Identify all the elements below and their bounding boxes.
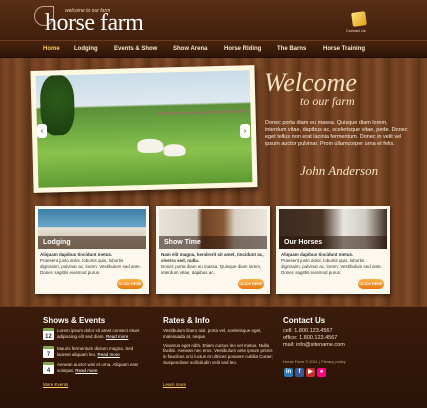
learn-more-link[interactable]: Learn more bbox=[163, 382, 186, 387]
read-more-link[interactable]: Read more bbox=[75, 368, 97, 373]
event-item: 12 Lorem ipsum dolor sit amet consect et… bbox=[43, 328, 143, 344]
nav-home[interactable]: Home bbox=[43, 46, 60, 52]
card-bold-text: Nam elit magna, hendrerit sit amet, tinc… bbox=[161, 252, 264, 263]
card-lodging: Lodging Aliquam dapibus tincidunt metus.… bbox=[35, 206, 149, 294]
event-text: Mauris fermentum dictum magna. Sed laore… bbox=[57, 346, 143, 357]
click-here-button[interactable]: CLICK HERE bbox=[238, 279, 264, 289]
calendar-icon: 4 bbox=[43, 362, 54, 374]
contact-title: Contact Us bbox=[283, 316, 326, 325]
contact-us-link[interactable]: Contact Us bbox=[346, 28, 366, 33]
click-here-button[interactable]: CLICK HERE bbox=[358, 279, 384, 289]
contact-office: office: 1.800.123.4567 bbox=[283, 335, 338, 341]
main-nav: Home Lodging Events & Show Show Arena Ho… bbox=[0, 40, 427, 58]
nav-show-arena[interactable]: Show Arena bbox=[173, 46, 207, 52]
card-title: Lodging bbox=[38, 236, 146, 249]
more-events-link[interactable]: More Events bbox=[43, 382, 68, 387]
rates-paragraph: Vivamus eget nibh. Etiam cursus leo vel … bbox=[163, 342, 273, 365]
welcome-heading: Welcome to our farm bbox=[264, 70, 414, 109]
card-text: Aliquam dapibus tincidunt metus. Praesent… bbox=[281, 252, 385, 276]
rates-paragraph: Vestibulum libero nisl, porta vel, scele… bbox=[163, 328, 262, 339]
calendar-icon: 7 bbox=[43, 346, 54, 358]
event-text: Aenean auctor wisi et urna. Aliquam erat… bbox=[57, 362, 143, 373]
card-text: Aliquam dapibus tincidunt metus. Praesent… bbox=[40, 252, 144, 276]
nav-lodging[interactable]: Lodging bbox=[74, 46, 98, 52]
card-title: Our Horses bbox=[279, 236, 387, 249]
nav-events[interactable]: Events & Show bbox=[114, 46, 157, 52]
nav-the-barns[interactable]: The Barns bbox=[277, 46, 306, 52]
slider-next-button[interactable]: › bbox=[240, 124, 250, 138]
copyright: Horse Farm © 2011 | Privacy policy bbox=[283, 359, 346, 364]
card-body-text: Praesent justo dolor, lobortis quis, lob… bbox=[40, 258, 142, 275]
rates-text: Vestibulum libero nisl, porta vel, scele… bbox=[163, 328, 273, 369]
nav-horse-riding[interactable]: Horse Riding bbox=[224, 46, 261, 52]
youtube-icon[interactable]: ▶ bbox=[306, 368, 315, 377]
horse-shape bbox=[137, 138, 164, 154]
rates-title: Rates & Info bbox=[163, 316, 210, 325]
event-item: 4 Aenean auctor wisi et urna. Aliquam er… bbox=[43, 362, 143, 378]
card-text: Nam elit magna, hendrerit sit amet, tinc… bbox=[161, 252, 265, 276]
read-more-link[interactable]: Read more bbox=[106, 334, 128, 339]
nav-horse-training[interactable]: Horse Training bbox=[323, 46, 365, 52]
card-title: Show Time bbox=[159, 236, 267, 249]
slider-prev-button[interactable]: ‹ bbox=[37, 124, 47, 138]
event-text: Lorem ipsum dolor sit amet consect etuer… bbox=[57, 328, 143, 339]
events-title: Shows & Events bbox=[43, 316, 106, 325]
facebook-icon[interactable]: f bbox=[295, 368, 304, 377]
card-our-horses: Our Horses Aliquam dapibus tincidunt met… bbox=[276, 206, 390, 294]
event-item: 7 Mauris fermentum dictum magna. Sed lao… bbox=[43, 346, 143, 362]
calendar-icon: 12 bbox=[43, 328, 54, 340]
card-body-text: Donec porta diam eu massa. Quisque diam … bbox=[161, 264, 262, 275]
fence-shape bbox=[156, 110, 247, 115]
welcome-line1: Welcome bbox=[264, 68, 357, 97]
welcome-text: Donec porta diam eu massa. Quisque diam … bbox=[265, 120, 408, 147]
image-slider bbox=[30, 65, 258, 193]
slider-image bbox=[35, 70, 253, 188]
linkedin-icon[interactable]: in bbox=[284, 368, 293, 377]
event-desc: Mauris fermentum dictum magna. Sed laore… bbox=[57, 346, 134, 357]
click-here-button[interactable]: CLICK HERE bbox=[117, 279, 143, 289]
contact-info: cell: 1.800.123.4567 office: 1.800.123.4… bbox=[283, 328, 345, 349]
horse-shape bbox=[163, 143, 186, 157]
read-more-link[interactable]: Read more bbox=[98, 352, 120, 357]
contact-email[interactable]: mail: info@sitename.com bbox=[283, 342, 345, 349]
logo[interactable]: horse farm bbox=[45, 10, 144, 37]
flickr-icon[interactable]: ● bbox=[317, 368, 326, 377]
envelope-icon[interactable] bbox=[351, 11, 367, 27]
signature: John Anderson bbox=[300, 163, 379, 178]
contact-cell: cell: 1.800.123.4567 bbox=[283, 328, 333, 334]
card-body-text: Praesent justo dolor, lobortis quis, lob… bbox=[281, 258, 383, 275]
card-show-time: Show Time Nam elit magna, hendrerit sit … bbox=[156, 206, 270, 294]
